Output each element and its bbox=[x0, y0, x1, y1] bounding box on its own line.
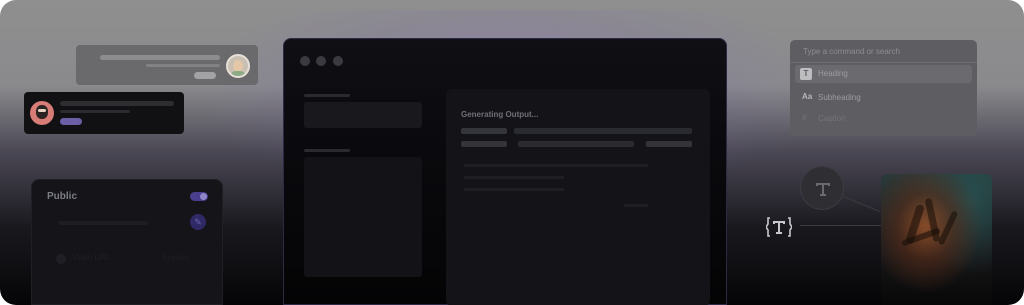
output-skeleton-bar bbox=[514, 128, 692, 134]
avatar-glasses bbox=[38, 109, 46, 112]
output-skeleton-line bbox=[624, 204, 648, 207]
text-block-icon[interactable] bbox=[765, 215, 793, 239]
command-palette: Type a command or search T Heading Aa Su… bbox=[790, 40, 977, 136]
subheading-icon: Aa bbox=[802, 92, 813, 101]
caption-icon: # bbox=[802, 113, 807, 122]
output-status: Generating Output... bbox=[461, 110, 539, 119]
edit-button[interactable]: ✎ bbox=[190, 214, 206, 230]
comment-card[interactable] bbox=[24, 92, 184, 134]
hero-stage: Public ✎ Video URL Anyone Generating Out… bbox=[0, 0, 1024, 305]
input-field[interactable] bbox=[304, 102, 422, 128]
access-label[interactable]: Anyone bbox=[162, 253, 189, 262]
output-skeleton-bar bbox=[518, 141, 634, 147]
command-item-heading[interactable]: T Heading bbox=[795, 65, 972, 83]
field-label bbox=[304, 94, 350, 97]
comment-line bbox=[146, 64, 220, 67]
output-skeleton-line bbox=[464, 164, 648, 167]
video-url-label: Video URL bbox=[72, 253, 111, 262]
command-item-caption[interactable]: Caption bbox=[818, 114, 846, 123]
comment-reply-pill[interactable] bbox=[194, 72, 216, 79]
image-detail bbox=[937, 210, 959, 246]
heading-icon: T bbox=[800, 68, 812, 80]
connector-line bbox=[842, 196, 881, 212]
toggle-knob bbox=[200, 193, 207, 200]
command-item-subheading[interactable]: Subheading bbox=[818, 93, 861, 102]
command-search-input[interactable]: Type a command or search bbox=[803, 47, 900, 56]
visibility-card: Public ✎ Video URL Anyone bbox=[31, 179, 223, 305]
avatar bbox=[30, 101, 54, 125]
comment-line bbox=[60, 101, 174, 106]
comment-reply-pill[interactable] bbox=[60, 118, 82, 125]
text-node[interactable] bbox=[800, 166, 844, 210]
window-close-dot[interactable] bbox=[300, 56, 310, 66]
command-item-label: Heading bbox=[818, 69, 848, 78]
avatar bbox=[226, 54, 250, 78]
output-skeleton-line bbox=[464, 188, 564, 191]
window-minimize-dot[interactable] bbox=[316, 56, 326, 66]
text-node-icon bbox=[816, 183, 830, 196]
link-placeholder bbox=[58, 221, 148, 225]
output-panel: Generating Output... bbox=[446, 89, 710, 305]
avatar-face bbox=[36, 105, 48, 119]
public-toggle[interactable] bbox=[190, 192, 208, 201]
connector-line bbox=[800, 225, 884, 226]
video-icon bbox=[56, 254, 66, 264]
window-maximize-dot[interactable] bbox=[333, 56, 343, 66]
visibility-title: Public bbox=[47, 191, 78, 202]
comment-line bbox=[100, 55, 220, 60]
textarea-field[interactable] bbox=[304, 157, 422, 277]
field-label bbox=[304, 149, 350, 152]
output-skeleton-bar bbox=[646, 141, 692, 147]
divider bbox=[790, 62, 977, 63]
comment-line bbox=[60, 110, 130, 113]
output-skeleton-line bbox=[464, 176, 564, 179]
comment-card[interactable] bbox=[76, 45, 258, 85]
output-skeleton-bar bbox=[461, 141, 507, 147]
generated-image-card[interactable] bbox=[881, 174, 992, 305]
pencil-icon: ✎ bbox=[194, 217, 202, 227]
output-skeleton-bar bbox=[461, 128, 507, 134]
avatar-shirt bbox=[230, 71, 246, 76]
app-window: Generating Output... bbox=[283, 38, 727, 305]
